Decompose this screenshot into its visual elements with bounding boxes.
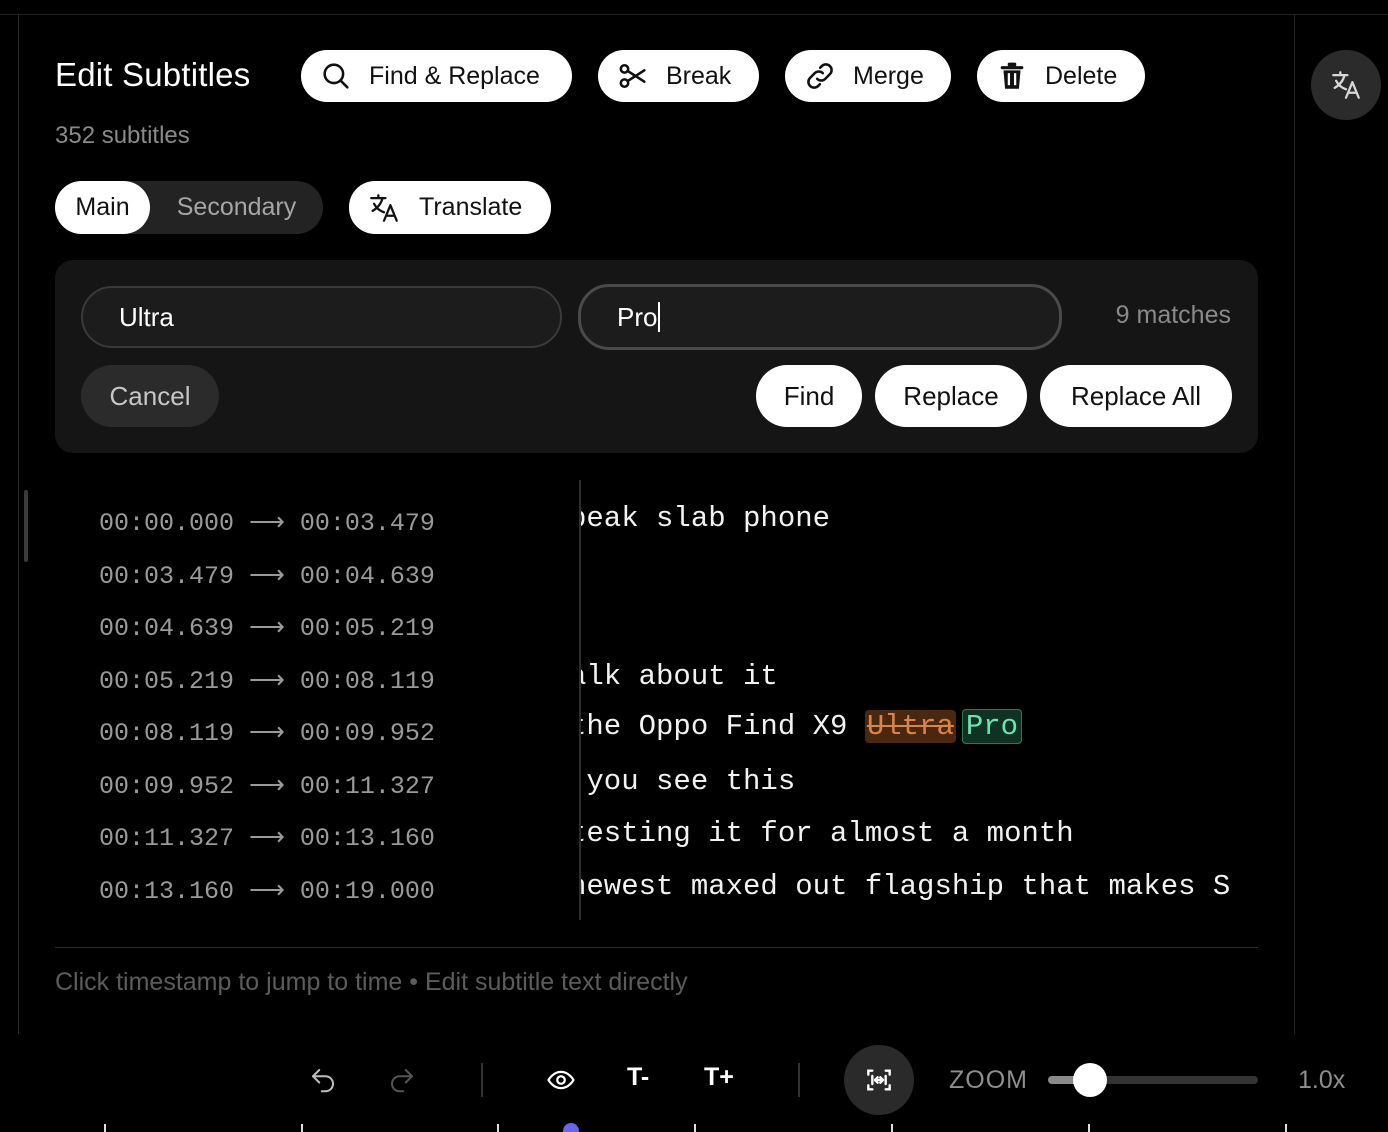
timestamp[interactable]: 00:04.639 ⟶ 00:05.219 bbox=[99, 612, 435, 643]
footer-divider bbox=[55, 947, 1258, 948]
merge-button[interactable]: Merge bbox=[785, 50, 951, 102]
replace-button[interactable]: Replace bbox=[875, 365, 1027, 427]
timestamp[interactable]: 00:03.479 ⟶ 00:04.639 bbox=[99, 560, 435, 591]
subtitle-text[interactable]: peak slab phone bbox=[581, 502, 830, 535]
timeline-tick bbox=[497, 1124, 499, 1132]
toolbar-separator bbox=[481, 1063, 483, 1097]
subtitle-text[interactable]: you see this bbox=[581, 765, 795, 798]
toggle-preview-button[interactable] bbox=[541, 1060, 581, 1100]
timestamp[interactable]: 00:13.160 ⟶ 00:19.000 bbox=[99, 875, 435, 906]
subtitle-editor: Edit Subtitles 352 subtitles Find & Repl… bbox=[0, 0, 1388, 1132]
find-replace-panel: Ultra Pro 9 matches Cancel Find Replace … bbox=[55, 260, 1258, 453]
find-button[interactable]: Find bbox=[756, 365, 862, 427]
zoom-label: ZOOM bbox=[949, 1066, 1028, 1094]
redo-icon bbox=[391, 1069, 413, 1093]
break-button[interactable]: Break bbox=[598, 50, 759, 102]
subtitle-text[interactable]: the Oppo Find X9 Ultra Pro bbox=[581, 709, 1023, 744]
subtitle-count: 352 subtitles bbox=[55, 122, 190, 149]
trash-icon bbox=[1000, 62, 1024, 89]
zoom-slider[interactable] bbox=[1048, 1063, 1258, 1097]
replace-all-button[interactable]: Replace All bbox=[1040, 365, 1232, 427]
timestamp[interactable]: 00:09.952 ⟶ 00:11.327 bbox=[99, 770, 435, 801]
break-label: Break bbox=[666, 61, 732, 90]
zoom-value: 1.0x bbox=[1298, 1066, 1346, 1094]
translate-label: Translate bbox=[419, 193, 523, 221]
link-icon bbox=[807, 63, 833, 89]
search-icon bbox=[323, 63, 349, 89]
timestamp[interactable]: 00:08.119 ⟶ 00:09.952 bbox=[99, 717, 435, 748]
delete-label: Delete bbox=[1045, 61, 1118, 90]
redo-button[interactable] bbox=[382, 1060, 422, 1100]
delete-button[interactable]: Delete bbox=[977, 50, 1145, 102]
undo-icon bbox=[312, 1069, 334, 1093]
playhead[interactable] bbox=[563, 1123, 579, 1132]
cancel-button[interactable]: Cancel bbox=[81, 365, 219, 427]
fit-to-view-button[interactable] bbox=[844, 1045, 914, 1115]
help-hint: Click timestamp to jump to time • Edit s… bbox=[55, 968, 688, 996]
match-old-highlight: Ultra bbox=[864, 710, 956, 743]
find-replace-button[interactable]: Find & Replace bbox=[301, 50, 572, 102]
right-divider bbox=[1294, 14, 1295, 1034]
subtitle-text[interactable]: testing it for almost a month bbox=[581, 817, 1074, 850]
top-divider bbox=[0, 14, 1388, 15]
replace-input[interactable]: Pro bbox=[578, 284, 1062, 350]
tab-main[interactable]: Main bbox=[55, 181, 150, 234]
subtitle-text-column: peak slab phone alk about it the Oppo Fi… bbox=[581, 480, 1258, 920]
page-title: Edit Subtitles bbox=[55, 56, 251, 93]
fit-icon bbox=[867, 1069, 891, 1091]
find-input-value: Ultra bbox=[119, 301, 174, 332]
toolbar-separator bbox=[798, 1063, 800, 1097]
text-caret bbox=[658, 302, 661, 332]
timestamp[interactable]: 00:00.000 ⟶ 00:03.479 bbox=[99, 507, 435, 538]
scissors-icon bbox=[619, 63, 646, 89]
timeline-tick bbox=[891, 1124, 893, 1132]
match-new-highlight: Pro bbox=[961, 709, 1023, 744]
left-divider bbox=[18, 14, 19, 1034]
timeline-tick bbox=[1285, 1124, 1287, 1132]
merge-label: Merge bbox=[853, 61, 924, 90]
find-replace-label: Find & Replace bbox=[369, 61, 540, 90]
track-switcher: Main Secondary bbox=[55, 181, 323, 234]
timeline-tick bbox=[104, 1124, 106, 1132]
timeline-tick bbox=[301, 1124, 303, 1132]
timestamp[interactable]: 00:05.219 ⟶ 00:08.119 bbox=[99, 665, 435, 696]
font-smaller-button[interactable]: T- bbox=[627, 1063, 649, 1092]
tab-secondary[interactable]: Secondary bbox=[150, 181, 323, 234]
eye-icon bbox=[547, 1070, 575, 1090]
translate-icon bbox=[1332, 71, 1360, 99]
zoom-slider-thumb[interactable] bbox=[1073, 1063, 1107, 1097]
font-larger-button[interactable]: T+ bbox=[704, 1063, 734, 1092]
timeline-tick bbox=[1088, 1124, 1090, 1132]
translate-panel-button[interactable] bbox=[1311, 50, 1381, 120]
find-input[interactable]: Ultra bbox=[81, 286, 562, 348]
subtitle-text[interactable]: alk about it bbox=[581, 660, 778, 693]
timestamp[interactable]: 00:11.327 ⟶ 00:13.160 bbox=[99, 822, 435, 853]
replace-input-value: Pro bbox=[617, 301, 658, 332]
subtitle-list: 00:00.000 ⟶ 00:03.479 00:03.479 ⟶ 00:04.… bbox=[55, 480, 1258, 920]
subtitle-text[interactable]: newest maxed out flagship that makes S bbox=[581, 870, 1230, 903]
scrollbar-thumb[interactable] bbox=[24, 490, 28, 562]
timeline-ruler[interactable] bbox=[0, 1120, 1388, 1132]
translate-button[interactable]: Translate bbox=[349, 181, 551, 234]
undo-button[interactable] bbox=[303, 1060, 343, 1100]
timeline-tick bbox=[694, 1124, 696, 1132]
translate-icon bbox=[370, 193, 398, 222]
match-count: 9 matches bbox=[1115, 301, 1231, 329]
